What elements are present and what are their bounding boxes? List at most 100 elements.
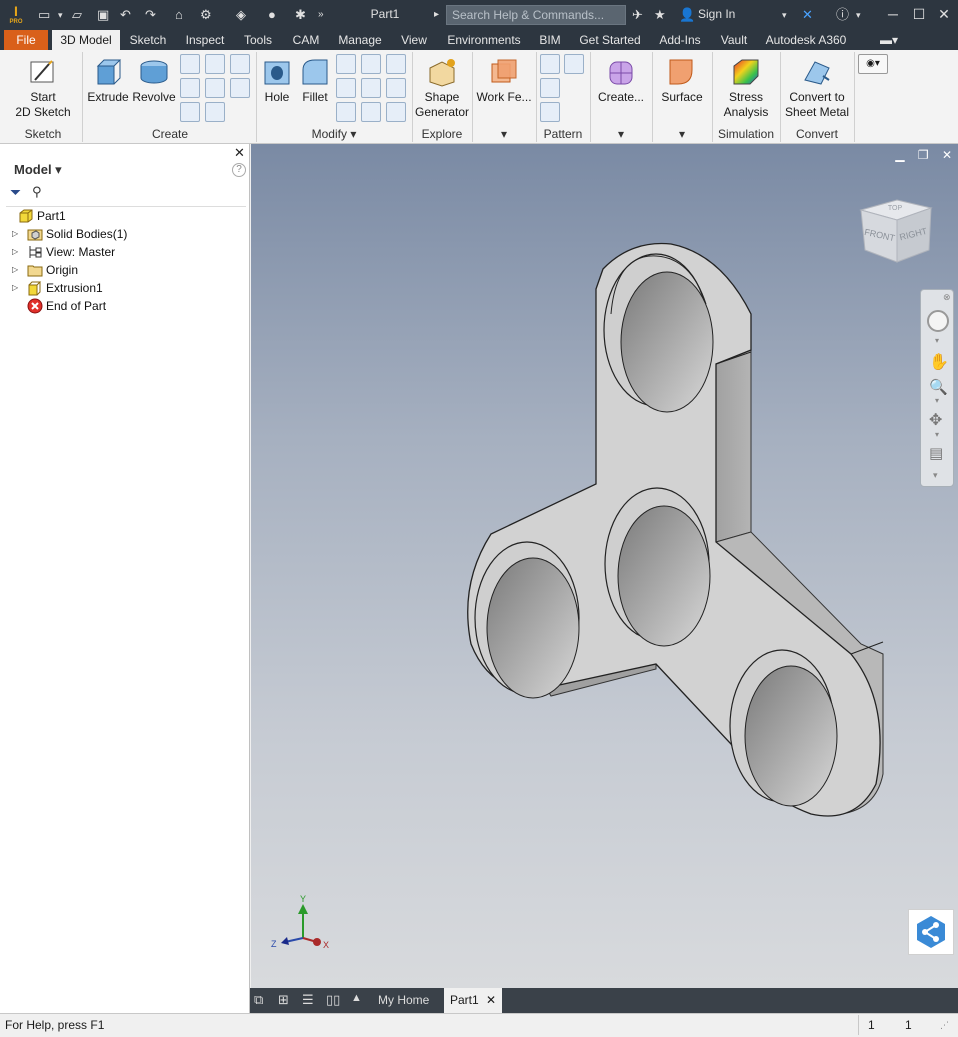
exchange-icon[interactable]: ✕	[802, 6, 813, 24]
coil-icon[interactable]	[180, 102, 200, 122]
tab-file[interactable]: File	[4, 30, 48, 50]
tree-item-view-master[interactable]: ▷ View: Master	[0, 243, 249, 261]
subscription-icon[interactable]: ✈	[632, 6, 643, 24]
tree-item-extrusion1[interactable]: ▷ Extrusion1	[0, 279, 249, 297]
tab-tools[interactable]: Tools	[237, 30, 279, 50]
create-freeform-button[interactable]: Create...	[592, 56, 650, 105]
cascade-icon[interactable]: ⧉	[254, 992, 263, 1008]
expand-icon[interactable]: ▷	[12, 261, 20, 279]
overflow-icon[interactable]: »	[318, 6, 324, 24]
close-icon[interactable]: ✕	[234, 145, 245, 161]
group-modify-label[interactable]: Modify ▾	[258, 127, 410, 141]
convert-sheet-metal-button[interactable]: Convert to Sheet Metal	[782, 56, 852, 120]
tab-bim[interactable]: BIM	[532, 30, 568, 50]
minimize-icon[interactable]: ─	[882, 4, 904, 24]
appearance-icon[interactable]: ●	[268, 6, 276, 24]
home-icon[interactable]: ⌂	[175, 6, 183, 24]
tree-item-end-of-part[interactable]: End of Part	[0, 297, 249, 315]
rectangular-pattern-icon[interactable]	[540, 54, 560, 74]
sign-in-dropdown-icon[interactable]: ▾	[782, 6, 787, 24]
expand-icon[interactable]: ▷	[12, 225, 20, 243]
shell-icon[interactable]	[336, 78, 356, 98]
mirror-icon[interactable]	[564, 54, 584, 74]
tile-icon[interactable]: ⊞	[278, 992, 289, 1008]
import-icon[interactable]	[230, 78, 250, 98]
surface-button[interactable]: Surface	[654, 56, 710, 105]
delete-face-icon[interactable]	[386, 102, 406, 122]
close-tab-icon[interactable]: ✕	[486, 988, 496, 1013]
tab-3d-model[interactable]: 3D Model	[52, 30, 120, 50]
search-input[interactable]: Search Help & Commands...	[446, 5, 626, 25]
panel-options-icon[interactable]: ◉▾	[858, 54, 888, 74]
save-icon[interactable]: ▣	[97, 6, 109, 24]
direct-edit-icon[interactable]	[386, 78, 406, 98]
extrude-button[interactable]: Extrude	[86, 56, 130, 105]
combine-icon[interactable]	[361, 78, 381, 98]
shape-generator-button[interactable]: Shape Generator	[414, 56, 470, 120]
graphics-viewport[interactable]: ▁ ❐ ✕ TOP FRONT RIGHT ⊗ ▾ ✋ 🔍 ▾ ✥ ▾ ▤ ▾	[251, 144, 958, 988]
hole-button[interactable]: Hole	[258, 56, 296, 105]
maximize-icon[interactable]: ☐	[908, 4, 930, 24]
close-icon[interactable]: ✕	[933, 4, 955, 24]
part-model[interactable]	[251, 144, 958, 988]
help-icon[interactable]: ⓘ	[836, 6, 849, 24]
sign-in-button[interactable]: Sign In	[698, 7, 735, 21]
sweep-icon[interactable]	[205, 54, 225, 74]
open-icon[interactable]: ▱	[72, 6, 82, 24]
thread-icon[interactable]	[361, 54, 381, 74]
tab-part1[interactable]: Part1 ✕	[444, 988, 502, 1013]
decal-icon[interactable]	[205, 102, 225, 122]
find-icon[interactable]: ⚲	[32, 184, 42, 200]
tab-view[interactable]: View	[394, 30, 434, 50]
work-features-dropdown-icon[interactable]: ▾	[474, 127, 534, 141]
tab-add-ins[interactable]: Add-Ins	[652, 30, 708, 50]
tab-cam[interactable]: CAM	[285, 30, 327, 50]
app-logo[interactable]: I PRO	[6, 3, 26, 27]
expand-icon[interactable]: ▷	[12, 243, 20, 261]
undo-icon[interactable]: ↶	[120, 6, 131, 24]
emboss-icon[interactable]	[205, 78, 225, 98]
tile-vertical-icon[interactable]: ▯▯	[326, 992, 340, 1008]
update-icon[interactable]: ⚙	[200, 6, 212, 24]
revolve-button[interactable]: Revolve	[132, 56, 176, 105]
derive-icon[interactable]	[230, 54, 250, 74]
tree-item-solid-bodies[interactable]: ▷ Solid Bodies(1)	[0, 225, 249, 243]
arrange-icon[interactable]: ▲	[351, 992, 362, 1004]
help-dropdown-icon[interactable]: ▾	[856, 6, 861, 24]
user-icon[interactable]: 👤	[679, 6, 695, 24]
stress-analysis-button[interactable]: Stress Analysis	[714, 56, 778, 120]
tab-vault[interactable]: Vault	[714, 30, 754, 50]
expand-icon[interactable]: ▷	[12, 279, 20, 297]
tile-horizontal-icon[interactable]: ☰	[302, 992, 314, 1008]
surface-dropdown-icon[interactable]: ▾	[654, 127, 710, 141]
tree-item-origin[interactable]: ▷ Origin	[0, 261, 249, 279]
chamfer-icon[interactable]	[336, 54, 356, 74]
filter-icon[interactable]: ⏷	[10, 184, 21, 201]
ipart-icon[interactable]: ✱	[295, 6, 306, 24]
tab-my-home[interactable]: My Home	[372, 988, 435, 1013]
help-icon[interactable]: ?	[232, 163, 246, 177]
resize-grip-icon[interactable]: ⋰	[940, 1014, 949, 1036]
tab-environments[interactable]: Environments	[440, 30, 528, 50]
sketch-pattern-icon[interactable]	[540, 102, 560, 122]
material-icon[interactable]: ◈	[236, 6, 246, 24]
work-features-button[interactable]: Work Fe...	[474, 56, 534, 105]
tab-manage[interactable]: Manage	[332, 30, 388, 50]
favorites-icon[interactable]: ★	[654, 6, 666, 24]
tab-inspect[interactable]: Inspect	[178, 30, 232, 50]
new-dropdown-icon[interactable]: ▾	[58, 6, 63, 24]
freeform-dropdown-icon[interactable]: ▾	[592, 127, 650, 141]
tab-get-started[interactable]: Get Started	[574, 30, 646, 50]
tab-autodesk-a360[interactable]: Autodesk A360	[760, 30, 852, 50]
circular-pattern-icon[interactable]	[540, 78, 560, 98]
ribbon-display-icon[interactable]: ▬▾	[874, 30, 904, 50]
new-file-icon[interactable]: ▭	[38, 6, 50, 24]
tab-sketch[interactable]: Sketch	[124, 30, 172, 50]
thicken-icon[interactable]	[361, 102, 381, 122]
rib-icon[interactable]	[180, 78, 200, 98]
tree-item-part1[interactable]: Part1	[0, 207, 249, 225]
fillet-button[interactable]: Fillet	[298, 56, 332, 105]
start-sketch-button[interactable]: Start 2D Sketch	[10, 56, 76, 120]
redo-icon[interactable]: ↷	[145, 6, 156, 24]
loft-icon[interactable]	[180, 54, 200, 74]
